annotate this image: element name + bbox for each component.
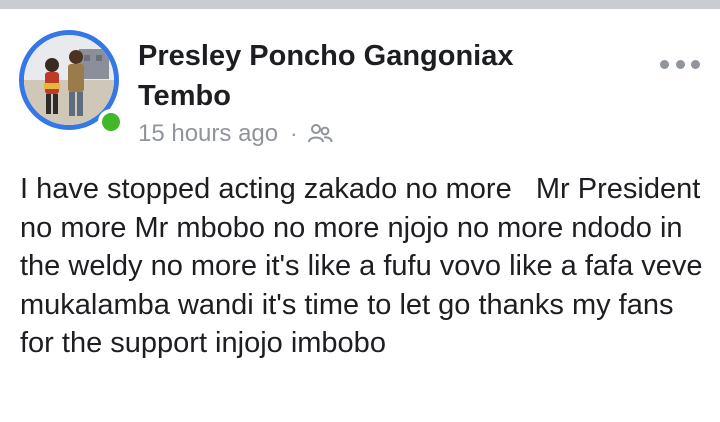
author-name[interactable]: Presley Poncho Gangoniax Tembo [138, 36, 608, 116]
avatar-image [24, 35, 114, 125]
post-meta: 15 hours ago · [138, 117, 333, 151]
top-divider [0, 0, 720, 9]
post-timestamp[interactable]: 15 hours ago [138, 120, 278, 148]
friends-icon[interactable] [307, 123, 333, 145]
more-options-icon[interactable] [660, 52, 700, 76]
online-status-indicator [98, 109, 124, 135]
more-dot [691, 59, 700, 69]
more-dot [675, 59, 685, 69]
more-dot [660, 59, 669, 69]
avatar[interactable] [19, 30, 124, 135]
post-body: I have stopped acting zakado no more Mr … [20, 173, 711, 359]
meta-separator: · [290, 121, 298, 146]
